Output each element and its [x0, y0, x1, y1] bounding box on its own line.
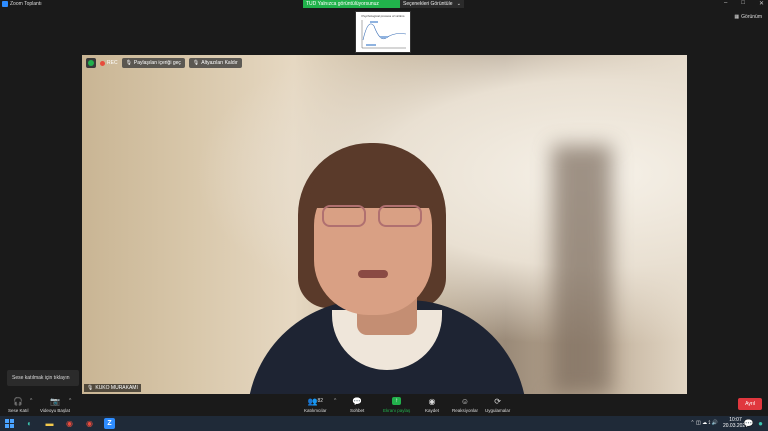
- audio-options-caret[interactable]: ^: [30, 398, 32, 404]
- participants-options-caret[interactable]: ^: [334, 398, 336, 404]
- tooltip-text: Sese katılmak için tıklayın: [12, 375, 70, 381]
- video-off-icon: 📷: [49, 396, 60, 406]
- join-audio-label: Sese Katıl: [8, 408, 29, 413]
- windows-start-icon[interactable]: [4, 418, 15, 429]
- viewing-share-status: TUD Yalnızca görüntülüyorsunuz: [303, 0, 400, 8]
- leave-button[interactable]: Ayrıl: [738, 398, 762, 410]
- join-audio-tooltip: Sese katılmak için tıklayın: [7, 370, 79, 386]
- view-button[interactable]: ▦ Görünüm: [734, 14, 762, 20]
- reactions-button[interactable]: ☺ Reaksiyonlar: [452, 396, 479, 414]
- slide-title: Psychological process of victims: [361, 14, 405, 18]
- apps-label: Uygulamalar: [485, 408, 511, 413]
- participants-button[interactable]: 👥 82 Katılımcılar: [304, 396, 327, 414]
- chat-label: Sohbet: [350, 408, 365, 413]
- share-screen-label: Ekranı paylaş: [383, 408, 411, 413]
- shared-screen-thumbnail[interactable]: Psychological process of victims: [355, 11, 411, 53]
- window-title: Zoom Toplantı: [10, 1, 42, 7]
- video-options-caret[interactable]: ^: [69, 398, 71, 404]
- share-screen-button[interactable]: ↑ Ekranı paylaş: [383, 396, 410, 413]
- reactions-label: Reaksiyonlar: [452, 408, 479, 413]
- grid-icon: ▦: [734, 14, 740, 20]
- notification-icon[interactable]: 💬: [743, 418, 754, 429]
- slide-graph: Psychological process of victims: [361, 14, 407, 49]
- chevron-down-icon: ⌄: [456, 1, 461, 7]
- pause-share-label: Paylaşılan içeriği geç: [133, 60, 181, 66]
- close-button[interactable]: ✕: [759, 0, 764, 7]
- participant-name: KUKO MURAKAMI: [95, 385, 138, 391]
- chrome-profile-icon[interactable]: ◉: [84, 418, 95, 429]
- recording-indicator: REC: [100, 60, 118, 66]
- participant-name-tag: 🎙 KUKO MURAKAMI: [84, 384, 141, 392]
- participants-count: 82: [317, 398, 324, 404]
- start-video-button[interactable]: 📷 Videoyu Başlat: [40, 396, 70, 414]
- participant-video: REC 🎙 Paylaşılan içeriği geç 🎙 Altyazıla…: [82, 55, 687, 394]
- view-button-label: Görünüm: [741, 14, 762, 20]
- tray-icons[interactable]: ⌃ ◫ ☁ ⟟ 🔊: [690, 420, 718, 426]
- minimize-button[interactable]: –: [724, 0, 727, 7]
- record-button[interactable]: ◉ Kaydet: [425, 396, 440, 414]
- reactions-icon: ☺: [460, 396, 470, 406]
- chrome-icon[interactable]: ◉: [64, 418, 75, 429]
- participants-icon: 👥 82: [307, 396, 324, 406]
- chat-button[interactable]: 💬 Sohbet: [350, 396, 365, 414]
- maximize-button[interactable]: □: [741, 0, 745, 7]
- pause-share-button[interactable]: 🎙 Paylaşılan içeriği geç: [121, 58, 185, 68]
- glasses: [322, 205, 424, 229]
- zoom-logo-icon: [2, 1, 8, 7]
- window-controls: – □ ✕: [724, 0, 764, 7]
- record-dot-icon: [100, 60, 105, 66]
- start-video-label: Videoyu Başlat: [40, 408, 70, 413]
- profile-icon[interactable]: ●: [755, 418, 766, 429]
- subtitles-button[interactable]: 🎙 Altyazıları Kaldır: [188, 58, 242, 68]
- headphones-icon: 🎧: [13, 396, 24, 406]
- view-options-label: Seçenekleri Görüntüle: [403, 1, 453, 7]
- meeting-controls-bar: 🎧 Sese Katıl ^ 📷 Videoyu Başlat ^ 👥 82 K…: [0, 394, 768, 416]
- chat-icon: 💬: [352, 396, 363, 406]
- share-screen-icon: ↑: [392, 396, 402, 406]
- share-banner: TUD Yalnızca görüntülüyorsunuz Seçenekle…: [303, 0, 464, 8]
- mic-muted-icon: 🎙: [87, 385, 94, 391]
- join-audio-button[interactable]: 🎧 Sese Katıl: [8, 396, 29, 414]
- microphone-icon: 🎙: [125, 60, 132, 66]
- taskbar: ◐ ▬ ◉ ◉ Z ⌃ ◫ ☁ ⟟ 🔊 10:07 20.03.2024 💬 ●: [0, 416, 768, 431]
- record-label: Kaydet: [425, 408, 440, 413]
- participants-label: Katılımcılar: [304, 408, 327, 413]
- video-toolbar: REC 🎙 Paylaşılan içeriği geç 🎙 Altyazıla…: [86, 58, 242, 68]
- microphone-icon: 🎙: [192, 60, 200, 66]
- security-shield-icon[interactable]: [86, 58, 96, 68]
- edge-icon[interactable]: ◐: [24, 418, 35, 429]
- apps-button[interactable]: ⟳ Uygulamalar: [485, 396, 511, 414]
- record-icon: ◉: [428, 396, 436, 406]
- apps-icon: ⟳: [494, 396, 501, 406]
- recording-label: REC: [107, 60, 118, 66]
- subtitles-label: Altyazıları Kaldır: [201, 60, 238, 66]
- zoom-taskbar-icon[interactable]: Z: [104, 418, 115, 429]
- view-options-dropdown[interactable]: Seçenekleri Görüntüle ⌄: [400, 0, 464, 8]
- file-explorer-icon[interactable]: ▬: [44, 418, 55, 429]
- app-title: Zoom Toplantı: [2, 1, 42, 7]
- system-tray: ⌃ ◫ ☁ ⟟ 🔊 10:07 20.03.2024: [690, 417, 748, 429]
